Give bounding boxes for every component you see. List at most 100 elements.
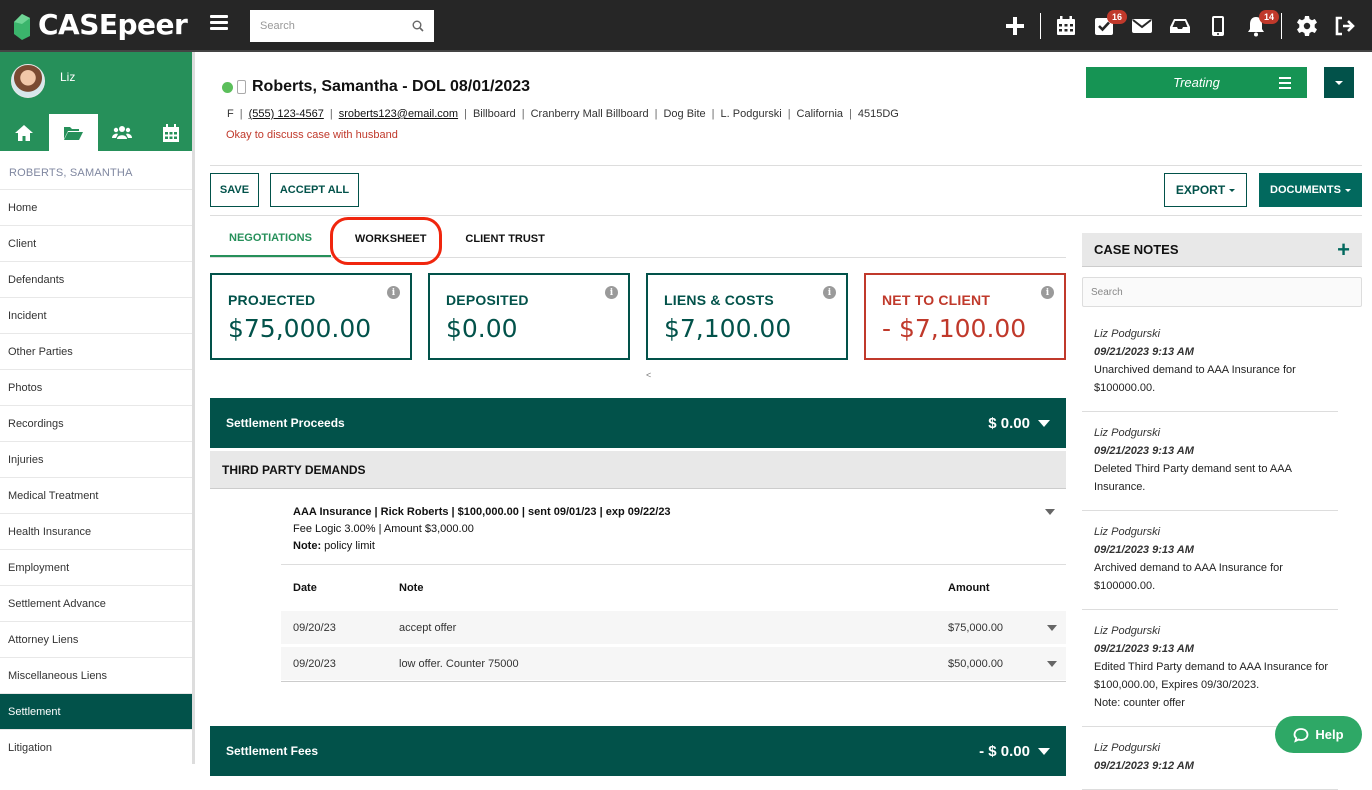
tasks-button[interactable]: 16 xyxy=(1085,0,1128,52)
info-icon[interactable]: i xyxy=(605,286,618,299)
demand-expand-icon[interactable] xyxy=(1045,509,1055,515)
settlement-fees-header[interactable]: Settlement Fees - $ 0.00 xyxy=(210,726,1066,776)
documents-label: DOCUMENTS xyxy=(1270,184,1341,196)
sidebar-item-medical-treatment[interactable]: Medical Treatment xyxy=(0,478,192,514)
client-email-link[interactable]: sroberts123@email.com xyxy=(339,108,458,120)
row-date: 09/20/23 xyxy=(293,621,336,634)
sidebar-tab-cases[interactable] xyxy=(48,114,98,151)
col-amount: Amount xyxy=(948,582,990,594)
table-row: 09/20/23 accept offer $75,000.00 xyxy=(281,611,1066,644)
case-notes-search-input[interactable] xyxy=(1082,277,1362,307)
status-dropdown-button[interactable] xyxy=(1324,67,1354,98)
sidebar-item-injuries[interactable]: Injuries xyxy=(0,442,192,478)
help-label: Help xyxy=(1315,727,1344,742)
calendar-icon xyxy=(1057,16,1075,35)
tab-negotiations[interactable]: NEGOTIATIONS xyxy=(210,220,331,257)
user-name: Liz xyxy=(60,70,76,84)
global-search[interactable] xyxy=(250,10,434,42)
case-header: Roberts, Samantha - DOL 08/01/2023 xyxy=(222,78,530,96)
card-value: $0.00 xyxy=(446,314,518,343)
divider xyxy=(1040,13,1041,39)
caret-down-icon xyxy=(1038,747,1050,755)
client-phone-link[interactable]: (555) 123-4567 xyxy=(249,108,324,120)
case-meta: F | (555) 123-4567 | sroberts123@email.com… xyxy=(227,108,899,120)
mobile-button[interactable] xyxy=(1199,0,1237,52)
row-actions-button[interactable] xyxy=(1038,624,1066,631)
info-icon[interactable]: i xyxy=(387,286,400,299)
menu-icon xyxy=(1279,77,1291,92)
avatar[interactable] xyxy=(11,64,45,98)
case-title: Roberts, Samantha - DOL 08/01/2023 xyxy=(252,78,531,95)
case-status-label: Treating xyxy=(1173,75,1220,90)
info-icon[interactable]: i xyxy=(1041,286,1054,299)
info-icon[interactable]: i xyxy=(823,286,836,299)
sidebar-item-employment[interactable]: Employment xyxy=(0,550,192,586)
sidebar-tab-home[interactable] xyxy=(0,114,49,151)
users-icon xyxy=(111,125,132,139)
settlement-fees-amount: - $ 0.00 xyxy=(979,742,1030,760)
settings-button[interactable] xyxy=(1288,0,1326,52)
sidebar-tab-contacts[interactable] xyxy=(98,114,147,151)
sidebar-item-litigation[interactable]: Litigation xyxy=(0,730,192,764)
sidebar-item-miscellaneous-liens[interactable]: Miscellaneous Liens xyxy=(0,658,192,694)
help-button[interactable]: Help xyxy=(1275,716,1362,753)
note-author: Liz Podgurski xyxy=(1094,328,1161,340)
mail-icon xyxy=(1132,19,1152,33)
sidebar-item-attorney-liens[interactable]: Attorney Liens xyxy=(0,622,192,658)
row-date: 09/20/23 xyxy=(293,657,336,670)
settlement-proceeds-header[interactable]: Settlement Proceeds $ 0.00 xyxy=(210,398,1066,448)
note-timestamp: 09/21/2023 9:12 AM xyxy=(1094,760,1194,772)
save-button[interactable]: SAVE xyxy=(210,173,259,207)
calendar-button[interactable] xyxy=(1047,0,1085,52)
mail-button[interactable] xyxy=(1123,0,1161,52)
scroll-left-button[interactable]: < xyxy=(646,370,651,380)
global-search-input[interactable] xyxy=(260,20,412,32)
sidebar-item-defendants[interactable]: Defendants xyxy=(0,262,192,298)
row-note: low offer. Counter 75000 xyxy=(399,657,519,670)
add-note-icon[interactable]: + xyxy=(1337,238,1350,261)
row-amount: $50,000.00 xyxy=(948,657,1004,670)
row-actions-button[interactable] xyxy=(1038,660,1066,667)
home-icon xyxy=(15,124,34,141)
note-timestamp: 09/21/2023 9:13 AM xyxy=(1094,445,1194,457)
accept-all-button[interactable]: ACCEPT ALL xyxy=(270,173,359,207)
logout-button[interactable] xyxy=(1326,0,1364,52)
tab-worksheet[interactable]: WORKSHEET xyxy=(331,220,447,257)
tab-client-trust[interactable]: CLIENT TRUST xyxy=(446,220,563,257)
sidebar-item-settlement-advance[interactable]: Settlement Advance xyxy=(0,586,192,622)
sidebar-item-home[interactable]: Home xyxy=(0,190,192,226)
divider xyxy=(1281,13,1282,39)
documents-button[interactable]: DOCUMENTS xyxy=(1259,173,1362,207)
caret-down-icon xyxy=(1047,624,1057,631)
sidebar-item-photos[interactable]: Photos xyxy=(0,370,192,406)
case-notes-header: CASE NOTES + xyxy=(1082,233,1362,267)
card-value: $75,000.00 xyxy=(228,314,372,343)
note-extra: Note: counter offer xyxy=(1094,697,1185,709)
casepeer-logo[interactable]: CASEpeer xyxy=(12,8,188,41)
search-icon[interactable] xyxy=(412,20,424,32)
chat-bubble-icon xyxy=(1294,727,1309,743)
case-status-button[interactable]: Treating xyxy=(1086,67,1307,98)
card-value: $7,100.00 xyxy=(664,314,792,343)
case-alert-note: Okay to discuss case with husband xyxy=(226,129,398,141)
sidebar-item-client[interactable]: Client xyxy=(0,226,192,262)
sidebar-item-other-parties[interactable]: Other Parties xyxy=(0,334,192,370)
case-note: Liz Podgurski 09/21/2023 9:13 AM Unarchive… xyxy=(1082,313,1338,412)
app-name: CASEpeer xyxy=(38,8,188,41)
note-text: Deleted Third Party demand sent to AAA I… xyxy=(1094,463,1292,493)
sidebar-item-recordings[interactable]: Recordings xyxy=(0,406,192,442)
sidebar-tab-calendar[interactable] xyxy=(146,114,192,151)
inbox-button[interactable] xyxy=(1161,0,1199,52)
add-button[interactable] xyxy=(996,0,1034,52)
card-label: DEPOSITED xyxy=(446,292,529,308)
sidebar-item-incident[interactable]: Incident xyxy=(0,298,192,334)
row-note: accept offer xyxy=(399,621,457,634)
summary-card-deposited: DEPOSITED $0.00 i xyxy=(428,273,630,360)
case-note: Liz Podgurski 09/21/2023 9:13 AM Edited Th… xyxy=(1082,610,1338,727)
export-button[interactable]: EXPORT xyxy=(1164,173,1247,207)
sidebar-item-settlement[interactable]: Settlement xyxy=(0,694,192,730)
menu-toggle-icon[interactable] xyxy=(210,15,228,31)
caret-down-icon xyxy=(1038,419,1050,427)
sidebar-item-health-insurance[interactable]: Health Insurance xyxy=(0,514,192,550)
notifications-button[interactable]: 14 xyxy=(1237,0,1280,52)
